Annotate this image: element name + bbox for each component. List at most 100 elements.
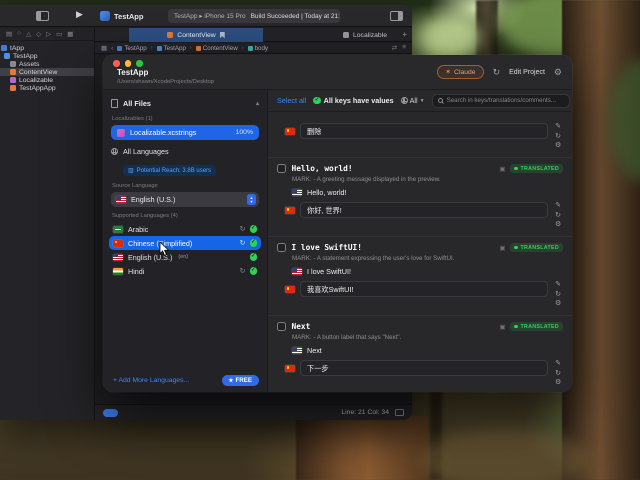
gear-icon[interactable]: ⚙: [554, 67, 562, 78]
translation-input[interactable]: 下一步: [300, 360, 548, 376]
translation-input[interactable]: 删除: [300, 123, 548, 139]
breadcrumb[interactable]: ContentView: [196, 45, 238, 52]
foliage: [420, 18, 480, 58]
string-row-next[interactable]: Next ▣ TRANSLATED MARK: - A button label…: [268, 315, 572, 392]
supported-languages-header: Supported Languages (4): [112, 213, 259, 219]
nav-item-assets[interactable]: Assets: [0, 60, 94, 68]
navigator-tab-strip: ▤ ○ △ ◇ ▷ ▭ ▦: [0, 28, 94, 41]
back-icon[interactable]: ‹: [111, 45, 113, 52]
chevron-up-icon[interactable]: ▴: [256, 100, 259, 107]
language-row-english-us[interactable]: English (U.S.) (en): [109, 250, 261, 264]
language-row-chinese-simplified[interactable]: Chinese (Simplified) ↻: [109, 236, 261, 250]
string-row-hello-world[interactable]: Hello, world! ▣ TRANSLATED MARK: - A gre…: [268, 157, 572, 236]
green-dot-icon: [514, 246, 518, 250]
project-navigator: ▤ ○ △ ◇ ▷ ▭ ▦ tApp TestApp Ass: [0, 28, 95, 420]
retranslate-icon[interactable]: ↻: [555, 133, 561, 141]
all-languages-row[interactable]: All Languages: [111, 144, 259, 159]
settings-icon[interactable]: ⚙: [555, 300, 561, 308]
string-row-partial[interactable]: 删除 ✎ ↻ ⚙: [268, 112, 572, 157]
language-filter-dropdown[interactable]: All ▼: [401, 96, 425, 105]
breadcrumb[interactable]: TestApp: [117, 45, 146, 52]
key-info-icon[interactable]: ▣: [499, 165, 505, 173]
toggle-navigator-icon[interactable]: [36, 11, 49, 21]
status-pill[interactable]: [103, 409, 118, 417]
nav-item-testappapp[interactable]: TestAppApp: [0, 84, 94, 92]
new-tab-button[interactable]: +: [402, 30, 407, 39]
adjust-editor-icon[interactable]: ⇄: [392, 44, 397, 52]
nav-item-contentview[interactable]: ContentView: [0, 68, 94, 76]
scheme-device[interactable]: TestApp ▸ iPhone 15 Pro: [174, 12, 246, 20]
reload-icon[interactable]: ↻: [493, 67, 501, 78]
document-icon: [111, 99, 118, 108]
source-string: Hello, world!: [292, 188, 563, 197]
settings-icon[interactable]: ⚙: [555, 379, 561, 387]
sync-icon[interactable]: ↻: [240, 239, 246, 247]
search-input[interactable]: [447, 97, 564, 104]
toggle-inspector-icon[interactable]: [390, 11, 403, 21]
breakpoint-navigator-icon[interactable]: ▭: [56, 30, 62, 38]
minimize-button[interactable]: [125, 60, 132, 67]
language-row-hindi[interactable]: Hindi ↻: [109, 264, 261, 278]
search-field[interactable]: [432, 94, 570, 108]
key-info-icon[interactable]: ▣: [499, 323, 505, 331]
project-path: /Users/shawn/XcodeProjects/Desktop: [117, 79, 214, 85]
scheme-status-pill[interactable]: TestApp ▸ iPhone 15 Pro Build Succeeded …: [168, 9, 340, 23]
nav-item-localizable[interactable]: Localizable: [0, 76, 94, 84]
edit-icon[interactable]: ✎: [555, 281, 561, 289]
source-language-dropdown[interactable]: English (U.S.) ▲▼: [111, 192, 259, 207]
sync-icon[interactable]: ↻: [240, 267, 246, 275]
translation-input[interactable]: 我喜欢SwiftUI!: [300, 281, 548, 297]
string-row-i-love-swiftui[interactable]: I love SwiftUI! ▣ TRANSLATED MARK: - A s…: [268, 236, 572, 315]
debug-navigator-icon[interactable]: ▷: [46, 30, 51, 38]
run-button[interactable]: ▶: [76, 9, 83, 20]
nav-item-project[interactable]: tApp: [0, 44, 94, 52]
test-navigator-icon[interactable]: ◇: [36, 30, 41, 38]
us-flag-icon: [292, 347, 302, 354]
editor-mode-icon[interactable]: [395, 409, 404, 416]
edit-project-button[interactable]: Edit Project: [509, 69, 545, 76]
nav-item-group[interactable]: TestApp: [0, 52, 94, 60]
project-navigator-icon[interactable]: ▤: [6, 30, 12, 38]
breadcrumb[interactable]: TestApp: [157, 45, 186, 52]
line-column-indicator[interactable]: Line: 21 Col: 34: [341, 409, 389, 416]
edit-icon[interactable]: ✎: [555, 123, 561, 131]
find-navigator-icon[interactable]: ○: [17, 30, 21, 38]
row-checkbox[interactable]: [277, 164, 286, 173]
key-info-icon[interactable]: ▣: [499, 244, 505, 252]
issue-navigator-icon[interactable]: △: [26, 30, 31, 38]
tab-localizable[interactable]: Localizable: [295, 28, 412, 42]
china-flag-icon: [285, 128, 295, 135]
translation-input[interactable]: 你好, 世界!: [300, 202, 548, 218]
minimap-icon[interactable]: ≡: [402, 44, 406, 52]
localization-panel: TestApp /Users/shawn/XcodeProjects/Deskt…: [103, 55, 572, 392]
close-button[interactable]: [113, 60, 120, 67]
zoom-button[interactable]: [136, 60, 143, 67]
swift-file-icon: [167, 32, 173, 38]
select-all-button[interactable]: Select all: [277, 96, 306, 105]
claude-button[interactable]: ✶ Claude: [437, 65, 483, 79]
related-items-icon[interactable]: ▦: [101, 44, 107, 52]
settings-icon[interactable]: ⚙: [555, 142, 561, 150]
language-row-arabic[interactable]: Arabic ↻: [109, 222, 261, 236]
edit-icon[interactable]: ✎: [555, 202, 561, 210]
edit-icon[interactable]: ✎: [555, 360, 561, 368]
dropdown-stepper-icon[interactable]: ▲▼: [247, 194, 256, 205]
tab-contentview[interactable]: ContentView: [129, 28, 263, 42]
row-checkbox[interactable]: [277, 322, 286, 331]
retranslate-icon[interactable]: ↻: [555, 212, 561, 220]
retranslate-icon[interactable]: ↻: [555, 291, 561, 299]
pin-icon[interactable]: [220, 32, 225, 39]
retranslate-icon[interactable]: ↻: [555, 370, 561, 378]
breadcrumb[interactable]: body: [248, 45, 268, 52]
panel-title: TestApp: [117, 68, 148, 77]
report-navigator-icon[interactable]: ▦: [67, 30, 73, 38]
sync-icon[interactable]: ↻: [240, 225, 246, 233]
all-files-row[interactable]: All Files ▴: [111, 96, 259, 110]
free-badge[interactable]: ★ FREE: [222, 375, 259, 386]
string-catalog-icon: [343, 32, 349, 38]
add-more-languages-button[interactable]: + Add More Languages...: [113, 377, 189, 384]
app-icon: [100, 11, 110, 21]
row-checkbox[interactable]: [277, 243, 286, 252]
settings-icon[interactable]: ⚙: [555, 221, 561, 229]
file-row-localizable-xcstrings[interactable]: Localizable.xcstrings 100%: [111, 125, 259, 140]
